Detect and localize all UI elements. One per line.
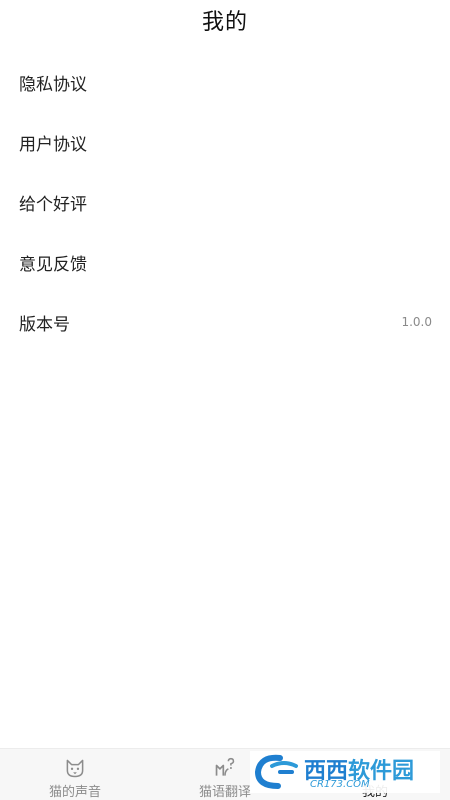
tab-cat-sounds[interactable]: 猫的声音 xyxy=(0,749,150,800)
menu-item-user-agreement[interactable]: 用户协议 xyxy=(0,112,450,172)
page-title: 我的 xyxy=(201,10,248,35)
menu-item-label: 隐私协议 xyxy=(19,74,87,95)
menu-item-label: 意见反馈 xyxy=(19,254,87,275)
version-number: 1.0.0 xyxy=(401,315,432,329)
watermark-overlay: 西西软件园 CR173.COM xyxy=(250,751,440,793)
menu-item-label: 用户协议 xyxy=(19,134,87,155)
watermark-sub-text: CR173.COM xyxy=(310,779,370,790)
title-bar: 我的 xyxy=(0,0,450,40)
settings-menu: 隐私协议 用户协议 给个好评 意见反馈 版本号 1.0.0 xyxy=(0,52,450,352)
cat-translate-icon xyxy=(215,757,235,776)
menu-item-label: 给个好评 xyxy=(19,194,87,215)
menu-item-privacy-policy[interactable]: 隐私协议 xyxy=(0,52,450,112)
cat-face-icon xyxy=(66,759,84,778)
menu-item-version: 版本号 1.0.0 xyxy=(0,292,450,352)
tab-label: 猫语翻译 xyxy=(198,785,251,800)
menu-item-rate-app[interactable]: 给个好评 xyxy=(0,172,450,232)
menu-item-label: 版本号 xyxy=(19,314,70,335)
app-screen: 我的 隐私协议 用户协议 给个好评 意见反馈 版本号 1.0.0 猫的声音 猫语… xyxy=(0,0,450,800)
tab-label: 猫的声音 xyxy=(48,785,101,800)
watermark-logo-icon xyxy=(254,754,298,789)
menu-item-feedback[interactable]: 意见反馈 xyxy=(0,232,450,292)
